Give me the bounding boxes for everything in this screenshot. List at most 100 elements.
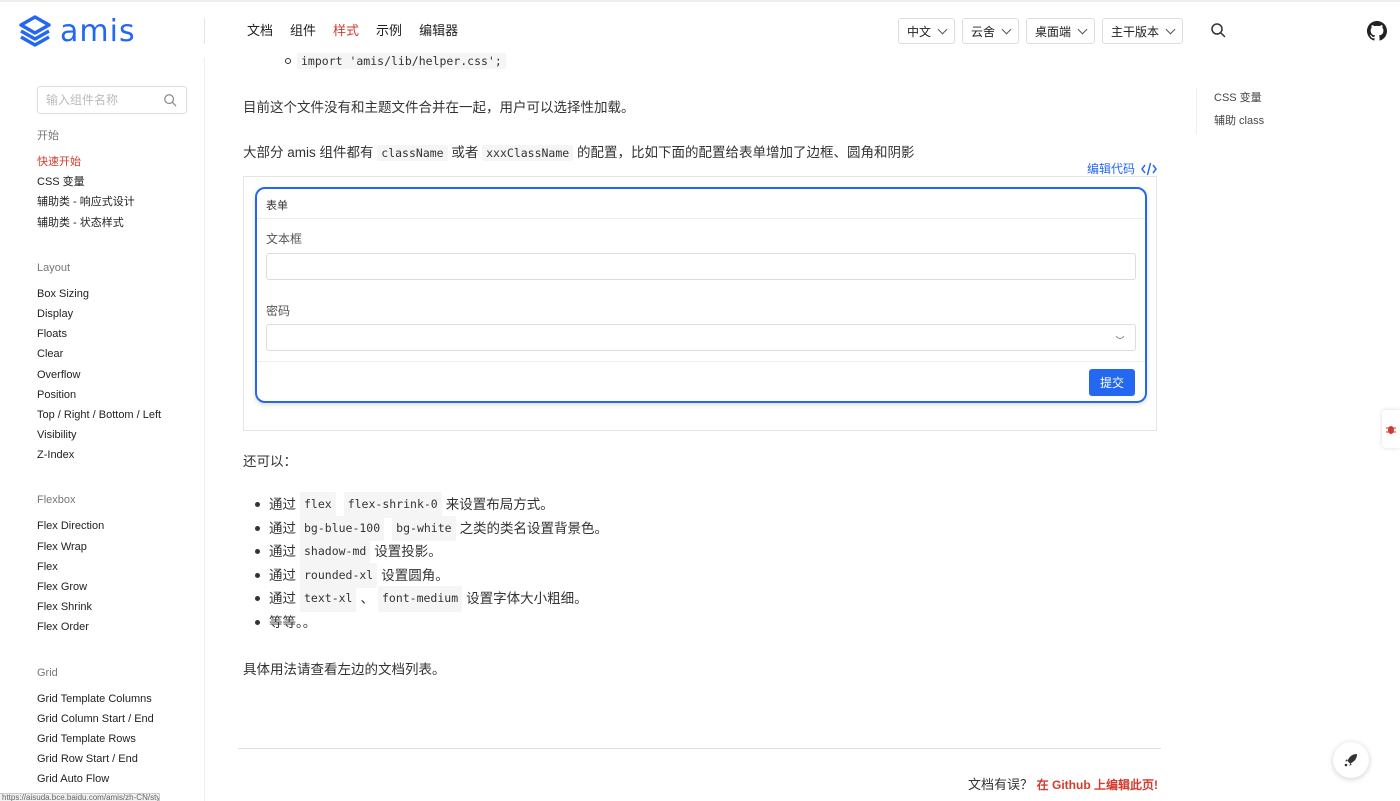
table-of-contents: CSS 变量辅助 class [1196,88,1264,134]
divider [257,218,1145,219]
import-line: import 'amis/lib/helper.css'; [285,53,506,69]
edit-on-github-link[interactable]: 在 Github 上编辑此页! [1037,778,1158,792]
spacer [37,233,202,256]
header-select-1[interactable]: 云舍 [962,18,1019,44]
code-icon [1141,162,1157,176]
list-item: 通过text-xl、font-medium设置字体大小粗细。 [255,587,608,611]
sidebar-item[interactable]: Flex [37,557,202,577]
code-snippet: bg-blue-100 [300,516,384,542]
edit-code-label: 编辑代码 [1087,160,1135,177]
code-snippet: text-xl [300,586,356,612]
logo-text: amis [60,14,136,49]
list-item: 通过bg-blue-100bg-white之类的类名设置背景色。 [255,517,608,541]
bug-report-button[interactable] [1382,410,1400,448]
sidebar-item[interactable]: Grid Template Rows [37,729,202,749]
sidebar-item[interactable]: Visibility [37,425,202,445]
sidebar-item[interactable]: Grid Column Start / End [37,709,202,729]
paragraph-see-docs: 具体用法请查看左边的文档列表。 [243,658,446,678]
header-select-3[interactable]: 主干版本 [1102,18,1183,44]
bug-icon [1385,423,1397,435]
header-select-0[interactable]: 中文 [898,18,955,44]
component-search [37,86,187,114]
list-bullet [285,58,291,64]
sidebar-group-title: Flexbox [37,490,202,510]
text-segment: 通过 [269,540,296,564]
select-value: 主干版本 [1111,23,1159,40]
sidebar-item[interactable]: Floats [37,324,202,344]
sidebar-item[interactable]: 快速开始 [37,152,202,172]
paragraph-classname: 大部分 amis 组件都有 className 或者 xxxClassName … [243,141,914,161]
code-snippet: rounded-xl [300,563,377,589]
divider [238,748,1161,749]
code-snippet: flex [300,492,336,518]
edit-code-link[interactable]: 编辑代码 [1087,160,1157,177]
sidebar-item[interactable]: Grid Row Start / End [37,749,202,769]
component-search-input[interactable] [38,87,158,113]
sidebar-item[interactable]: Grid Template Columns [37,689,202,709]
header-select-2[interactable]: 桌面端 [1026,18,1095,44]
sidebar-item[interactable]: 辅助类 - 响应式设计 [37,192,202,212]
sidebar-item[interactable]: Flex Grow [37,577,202,597]
sidebar-item[interactable]: CSS 变量 [37,172,202,192]
nav-item-3[interactable]: 示例 [376,2,402,60]
select-value: 桌面端 [1035,23,1071,40]
toc-item[interactable]: CSS 变量 [1214,88,1264,111]
text-segment: 通过 [269,517,296,541]
sidebar-item[interactable]: Flex Order [37,617,202,637]
toc-item[interactable]: 辅助 class [1214,111,1264,134]
eye-closed-icon[interactable] [1115,335,1125,341]
nav-item-0[interactable]: 文档 [247,2,273,60]
chevron-down-icon [1002,24,1012,34]
edit-gh-prefix: 文档有误？ [968,777,1033,792]
browser-status-url: https://aisuda.bce.baidu.com/amis/zh-CN/… [0,793,160,801]
password-input[interactable] [266,324,1136,351]
text-segment: 通过 [269,564,296,588]
amis-logo[interactable]: amis [18,12,136,50]
sidebar-item[interactable]: Position [37,385,202,405]
form-card: 表单 文本框 密码 提交 [255,187,1147,403]
text-segment: 设置圆角。 [381,564,449,588]
header-divider [204,18,205,44]
back-to-top-button[interactable] [1333,742,1369,778]
search-icon[interactable] [163,93,177,107]
sidebar-item[interactable]: Clear [37,344,202,364]
text-segment: 等等。。 [269,611,316,635]
password-label: 密码 [266,302,290,319]
sidebar-group-title: Grid [37,663,202,683]
text-segment: 设置投影。 [374,540,442,564]
sidebar-nav-list: 开始快速开始CSS 变量辅助类 - 响应式设计辅助类 - 状态样式LayoutB… [37,124,202,801]
nav-item-1[interactable]: 组件 [290,2,316,60]
sidebar-item[interactable]: Display [37,304,202,324]
textbox-input[interactable] [266,253,1136,280]
paragraph-also: 还可以： [243,450,297,470]
chevron-down-icon [1166,24,1176,34]
sidebar-item[interactable]: Grid Auto Flow [37,769,202,789]
search-icon[interactable] [1210,22,1226,38]
code-snippet: shadow-md [300,539,370,565]
edit-on-github: 文档有误？ 在 Github 上编辑此页! [968,774,1158,793]
text-segment: 来设置布局方式。 [446,493,554,517]
form-title: 表单 [266,197,288,213]
spacer [37,465,202,488]
sidebar-item[interactable]: Top / Right / Bottom / Left [37,405,202,425]
code-xxxclassname: xxxClassName [482,145,573,161]
sidebar-item[interactable]: Overflow [37,365,202,385]
text-segment: 之类的类名设置背景色。 [460,517,609,541]
sidebar-item[interactable]: Box Sizing [37,284,202,304]
sidebar-item[interactable]: Flex Direction [37,516,202,536]
nav-item-4[interactable]: 编辑器 [419,2,458,60]
text-segment: 、 [360,587,374,611]
list-item: 等等。。 [255,611,608,635]
submit-button[interactable]: 提交 [1089,369,1135,396]
code-classname: className [377,145,447,161]
github-icon[interactable] [1367,21,1387,41]
sidebar-item[interactable]: Flex Shrink [37,597,202,617]
nav-item-2[interactable]: 样式 [333,2,359,60]
sidebar-group-title: Layout [37,258,202,278]
code-snippet: font-medium [378,586,462,612]
sidebar-item[interactable]: Flex Wrap [37,537,202,557]
select-value: 中文 [907,23,931,40]
sidebar-item[interactable]: Z-Index [37,445,202,465]
sidebar-item[interactable]: 辅助类 - 状态样式 [37,213,202,233]
amis-logo-icon [18,14,52,48]
